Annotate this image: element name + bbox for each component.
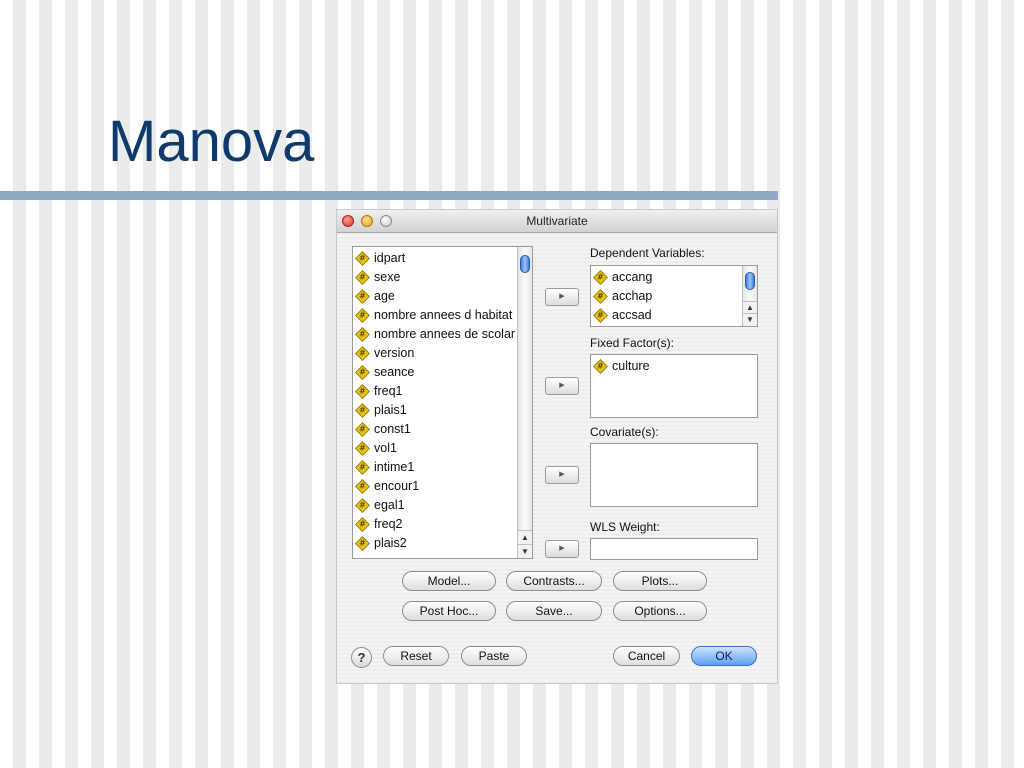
scale-variable-icon xyxy=(355,251,370,266)
variable-label: const1 xyxy=(374,422,411,436)
source-list-scrollbar[interactable]: ▲ ▼ xyxy=(517,247,532,558)
variable-label: accsad xyxy=(612,308,652,322)
fixed-factors-list[interactable]: culture xyxy=(590,354,758,418)
dependent-list-scrollbar[interactable]: ▲ ▼ xyxy=(742,266,757,326)
dependent-variable-item[interactable]: accang xyxy=(591,268,757,287)
move-to-fixed-factor-button[interactable]: ▶ xyxy=(545,377,579,395)
dependent-variable-item[interactable]: acchap xyxy=(591,287,757,306)
move-to-dependent-button[interactable]: ▶ xyxy=(545,288,579,306)
scale-variable-icon xyxy=(593,359,608,374)
scale-variable-icon xyxy=(355,346,370,361)
dependent-variables-label: Dependent Variables: xyxy=(590,246,705,260)
scale-variable-icon xyxy=(355,289,370,304)
source-variable-item[interactable]: freq2 xyxy=(353,515,532,534)
scale-variable-icon xyxy=(355,479,370,494)
variable-label: accang xyxy=(612,270,653,284)
variable-label: encour1 xyxy=(374,479,420,493)
scroll-thumb[interactable] xyxy=(745,272,755,290)
source-variable-item[interactable]: encour1 xyxy=(353,477,532,496)
scale-variable-icon xyxy=(355,517,370,532)
variable-label: egal1 xyxy=(374,498,405,512)
variable-label: seance xyxy=(374,365,415,379)
wls-weight-field[interactable] xyxy=(590,538,758,560)
scale-variable-icon xyxy=(355,384,370,399)
variable-label: sexe xyxy=(374,270,401,284)
variable-label: age xyxy=(374,289,395,303)
slide-title: Manova xyxy=(108,109,315,174)
source-variable-item[interactable]: age xyxy=(353,287,532,306)
variable-label: nombre annees d habitat xyxy=(374,308,513,322)
dependent-variables-list[interactable]: accang acchap accsad ▲ ▼ xyxy=(590,265,758,327)
fixed-factor-item[interactable]: culture xyxy=(591,357,757,376)
scale-variable-icon xyxy=(355,365,370,380)
reset-button[interactable]: Reset xyxy=(383,646,449,666)
covariates-list[interactable] xyxy=(590,443,758,507)
source-variable-item[interactable]: nombre annees de scolar xyxy=(353,325,532,344)
variable-label: vol1 xyxy=(374,441,397,455)
variable-label: nombre annees de scolar xyxy=(374,327,516,341)
cancel-button[interactable]: Cancel xyxy=(613,646,680,666)
scale-variable-icon xyxy=(355,403,370,418)
scale-variable-icon xyxy=(593,289,608,304)
plots-button[interactable]: Plots... xyxy=(613,571,707,591)
source-variable-item[interactable]: plais2 xyxy=(353,534,532,553)
options-button[interactable]: Options... xyxy=(613,601,707,621)
variable-label: culture xyxy=(612,359,650,373)
scale-variable-icon xyxy=(355,327,370,342)
source-variable-item[interactable]: vol1 xyxy=(353,439,532,458)
source-variable-item[interactable]: freq1 xyxy=(353,382,532,401)
scale-variable-icon xyxy=(355,308,370,323)
contrasts-button[interactable]: Contrasts... xyxy=(506,571,602,591)
scale-variable-icon xyxy=(355,422,370,437)
scroll-up-arrow-icon[interactable]: ▲ xyxy=(518,530,532,544)
scroll-down-arrow-icon[interactable]: ▼ xyxy=(518,544,532,558)
source-variable-item[interactable]: sexe xyxy=(353,268,532,287)
variable-label: plais1 xyxy=(374,403,407,417)
scale-variable-icon xyxy=(593,308,608,323)
covariates-label: Covariate(s): xyxy=(590,425,659,439)
post-hoc-button[interactable]: Post Hoc... xyxy=(402,601,496,621)
source-variable-item[interactable]: intime1 xyxy=(353,458,532,477)
source-variable-item[interactable]: nombre annees d habitat xyxy=(353,306,532,325)
paste-button[interactable]: Paste xyxy=(461,646,527,666)
move-to-wls-weight-button[interactable]: ▶ xyxy=(545,540,579,558)
scroll-thumb[interactable] xyxy=(520,255,530,273)
variable-label: plais2 xyxy=(374,536,407,550)
scale-variable-icon xyxy=(355,536,370,551)
variable-label: acchap xyxy=(612,289,653,303)
source-variable-item[interactable]: plais1 xyxy=(353,401,532,420)
scale-variable-icon xyxy=(355,498,370,513)
multivariate-dialog: Multivariate idpart sexe age nombre annees … xyxy=(337,210,777,683)
variable-label: intime1 xyxy=(374,460,415,474)
source-variable-item[interactable]: const1 xyxy=(353,420,532,439)
scale-variable-icon xyxy=(593,270,608,285)
scroll-down-arrow-icon[interactable]: ▼ xyxy=(743,313,757,326)
title-divider xyxy=(0,191,778,200)
scale-variable-icon xyxy=(355,460,370,475)
source-variable-list[interactable]: idpart sexe age nombre annees d habitat nomb… xyxy=(352,246,533,559)
source-variable-item[interactable]: idpart xyxy=(353,249,532,268)
source-variable-item[interactable]: version xyxy=(353,344,532,363)
source-variable-item[interactable]: egal1 xyxy=(353,496,532,515)
scale-variable-icon xyxy=(355,270,370,285)
variable-label: idpart xyxy=(374,251,406,265)
window-title: Multivariate xyxy=(526,214,588,228)
wls-weight-label: WLS Weight: xyxy=(590,520,660,534)
variable-label: freq2 xyxy=(374,517,403,531)
variable-label: freq1 xyxy=(374,384,403,398)
save-button[interactable]: Save... xyxy=(506,601,602,621)
ok-button[interactable]: OK xyxy=(691,646,757,666)
scale-variable-icon xyxy=(355,441,370,456)
variable-label: version xyxy=(374,346,415,360)
window-titlebar[interactable]: Multivariate xyxy=(337,210,777,233)
dependent-variable-item[interactable]: accsad xyxy=(591,306,757,325)
model-button[interactable]: Model... xyxy=(402,571,496,591)
move-to-covariate-button[interactable]: ▶ xyxy=(545,466,579,484)
source-variable-item[interactable]: seance xyxy=(353,363,532,382)
help-icon[interactable]: ? xyxy=(351,647,372,668)
fixed-factors-label: Fixed Factor(s): xyxy=(590,336,675,350)
